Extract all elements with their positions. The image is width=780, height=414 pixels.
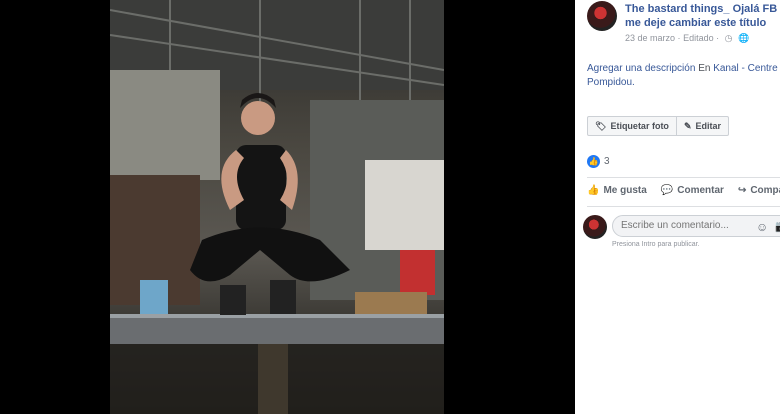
commenter-avatar[interactable]	[583, 215, 607, 239]
post-sidebar: The bastard things_ Ojalá FB O me deje c…	[575, 0, 780, 414]
share-arrow-icon: ↪	[737, 185, 747, 196]
comment-label: Comentar	[677, 185, 724, 196]
tag-icon: 🏷	[595, 121, 607, 131]
photo-viewer	[0, 0, 575, 414]
post-meta: 23 de marzo · Editado · ◷ 🌐	[625, 33, 749, 44]
author-avatar[interactable]	[587, 1, 617, 31]
post-date[interactable]: 23 de marzo	[625, 33, 675, 43]
meta-separator-2: ·	[716, 33, 720, 43]
photo-illustration	[110, 0, 444, 414]
location-link-line2[interactable]: Pompidou.	[587, 77, 635, 88]
emoji-icon[interactable]: ☺	[756, 220, 768, 234]
share-label: Compartir	[750, 185, 780, 196]
comment-bubble-icon: 💬	[660, 185, 674, 196]
like-label: Me gusta	[603, 185, 647, 196]
author-name-line2[interactable]: me deje cambiar este título	[625, 16, 780, 30]
post-photo[interactable]	[110, 0, 444, 414]
reaction-count[interactable]: 3	[604, 156, 610, 167]
meta-separator: ·	[677, 33, 681, 43]
divider	[587, 177, 780, 178]
globe-icon[interactable]: 🌐	[738, 33, 749, 43]
add-description-link[interactable]: Agregar una descripción	[587, 63, 695, 74]
tag-photo-label: Etiquetar foto	[610, 121, 669, 131]
post-actions: 👍 Me gusta 💬 Comentar ↪ Compartir	[587, 185, 780, 196]
comment-button[interactable]: 💬 Comentar	[661, 185, 724, 196]
photo-action-buttons: 🏷 Etiquetar foto ✎ Editar	[587, 116, 729, 136]
share-button[interactable]: ↪ Compartir	[738, 185, 780, 196]
edit-label: Editar	[695, 121, 721, 131]
like-reaction-icon: 👍	[587, 155, 600, 168]
author-name-line1[interactable]: The bastard things_ Ojalá FB O	[625, 2, 780, 16]
divider-2	[587, 206, 780, 207]
pencil-icon: ✎	[683, 121, 692, 131]
thumbs-up-icon: 👍	[587, 185, 600, 196]
comment-hint: Presiona Intro para publicar.	[612, 241, 700, 248]
clock-icon: ◷	[724, 33, 733, 43]
author-name[interactable]: The bastard things_ Ojalá FB O me deje c…	[625, 2, 780, 30]
post-description: Agregar una descripción En Kanal - Centr…	[587, 62, 780, 90]
camera-icon[interactable]: 📷	[775, 220, 780, 233]
edit-button[interactable]: ✎ Editar	[675, 117, 728, 135]
like-button[interactable]: 👍 Me gusta	[587, 185, 647, 196]
reactions-summary[interactable]: 👍 3	[587, 155, 610, 168]
edited-label[interactable]: Editado	[683, 33, 714, 43]
location-prefix: En	[698, 63, 711, 74]
tag-photo-button[interactable]: 🏷 Etiquetar foto	[588, 117, 676, 135]
comment-input[interactable]	[612, 215, 780, 237]
location-link[interactable]: Kanal - Centre	[713, 63, 777, 74]
